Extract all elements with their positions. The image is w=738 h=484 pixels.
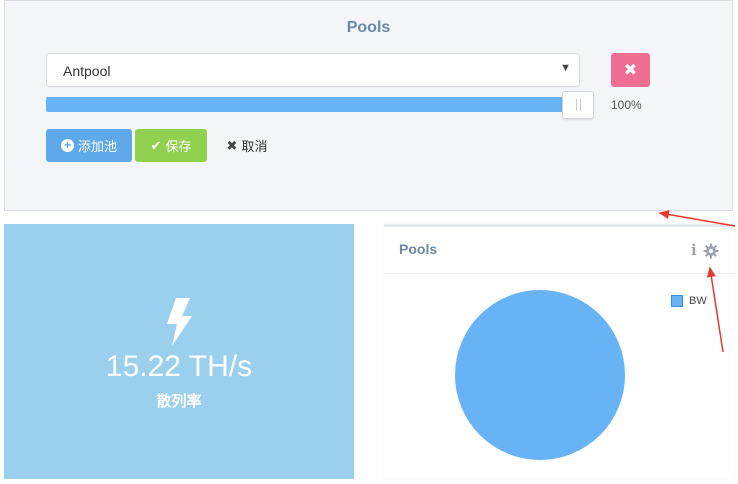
remove-icon: ✖ bbox=[623, 62, 638, 79]
close-icon: ✖ bbox=[226, 137, 238, 153]
gear-icon[interactable] bbox=[703, 243, 719, 259]
hashrate-label: 散列率 bbox=[156, 393, 202, 410]
save-button[interactable]: ✔ 保存 bbox=[135, 129, 207, 162]
legend-label: BW bbox=[689, 295, 707, 307]
chart-legend: BW bbox=[671, 295, 707, 307]
slider-value: 100% bbox=[611, 98, 642, 112]
pie-slice-bw bbox=[455, 290, 625, 460]
pool-select[interactable]: Antpool ▼ bbox=[46, 53, 580, 87]
hashrate-value: 15.22 TH/s bbox=[105, 350, 253, 383]
pools-config-panel: Pools Antpool ▼ ✖ 100% + 添加池 ✔ 保存 ✖ 取消 bbox=[4, 0, 733, 211]
hashrate-tile: 15.22 TH/s 散列率 bbox=[4, 224, 354, 479]
add-pool-label: 添加池 bbox=[77, 139, 117, 154]
chevron-down-icon: ▼ bbox=[560, 62, 571, 74]
pool-weight-slider[interactable] bbox=[46, 97, 594, 112]
bolt-icon bbox=[167, 298, 192, 346]
cancel-label: 取消 bbox=[241, 139, 268, 154]
slider-handle[interactable] bbox=[562, 91, 594, 119]
pie-chart bbox=[455, 290, 625, 460]
slider-fill bbox=[46, 97, 594, 112]
plus-circle-icon: + bbox=[60, 139, 74, 152]
legend-swatch bbox=[671, 295, 683, 307]
pool-select-value: Antpool bbox=[63, 63, 111, 79]
info-icon[interactable]: i bbox=[691, 241, 697, 259]
pools-chart-card: Pools i BW bbox=[384, 224, 735, 479]
check-icon: ✔ bbox=[150, 137, 162, 153]
card-title: Pools bbox=[399, 241, 438, 257]
save-label: 保存 bbox=[165, 139, 192, 154]
remove-pool-button[interactable]: ✖ bbox=[611, 53, 650, 87]
card-header: Pools i bbox=[384, 227, 735, 274]
cancel-button[interactable]: ✖ 取消 bbox=[217, 129, 277, 162]
panel-title: Pools bbox=[346, 19, 391, 36]
add-pool-button[interactable]: + 添加池 bbox=[46, 129, 132, 162]
